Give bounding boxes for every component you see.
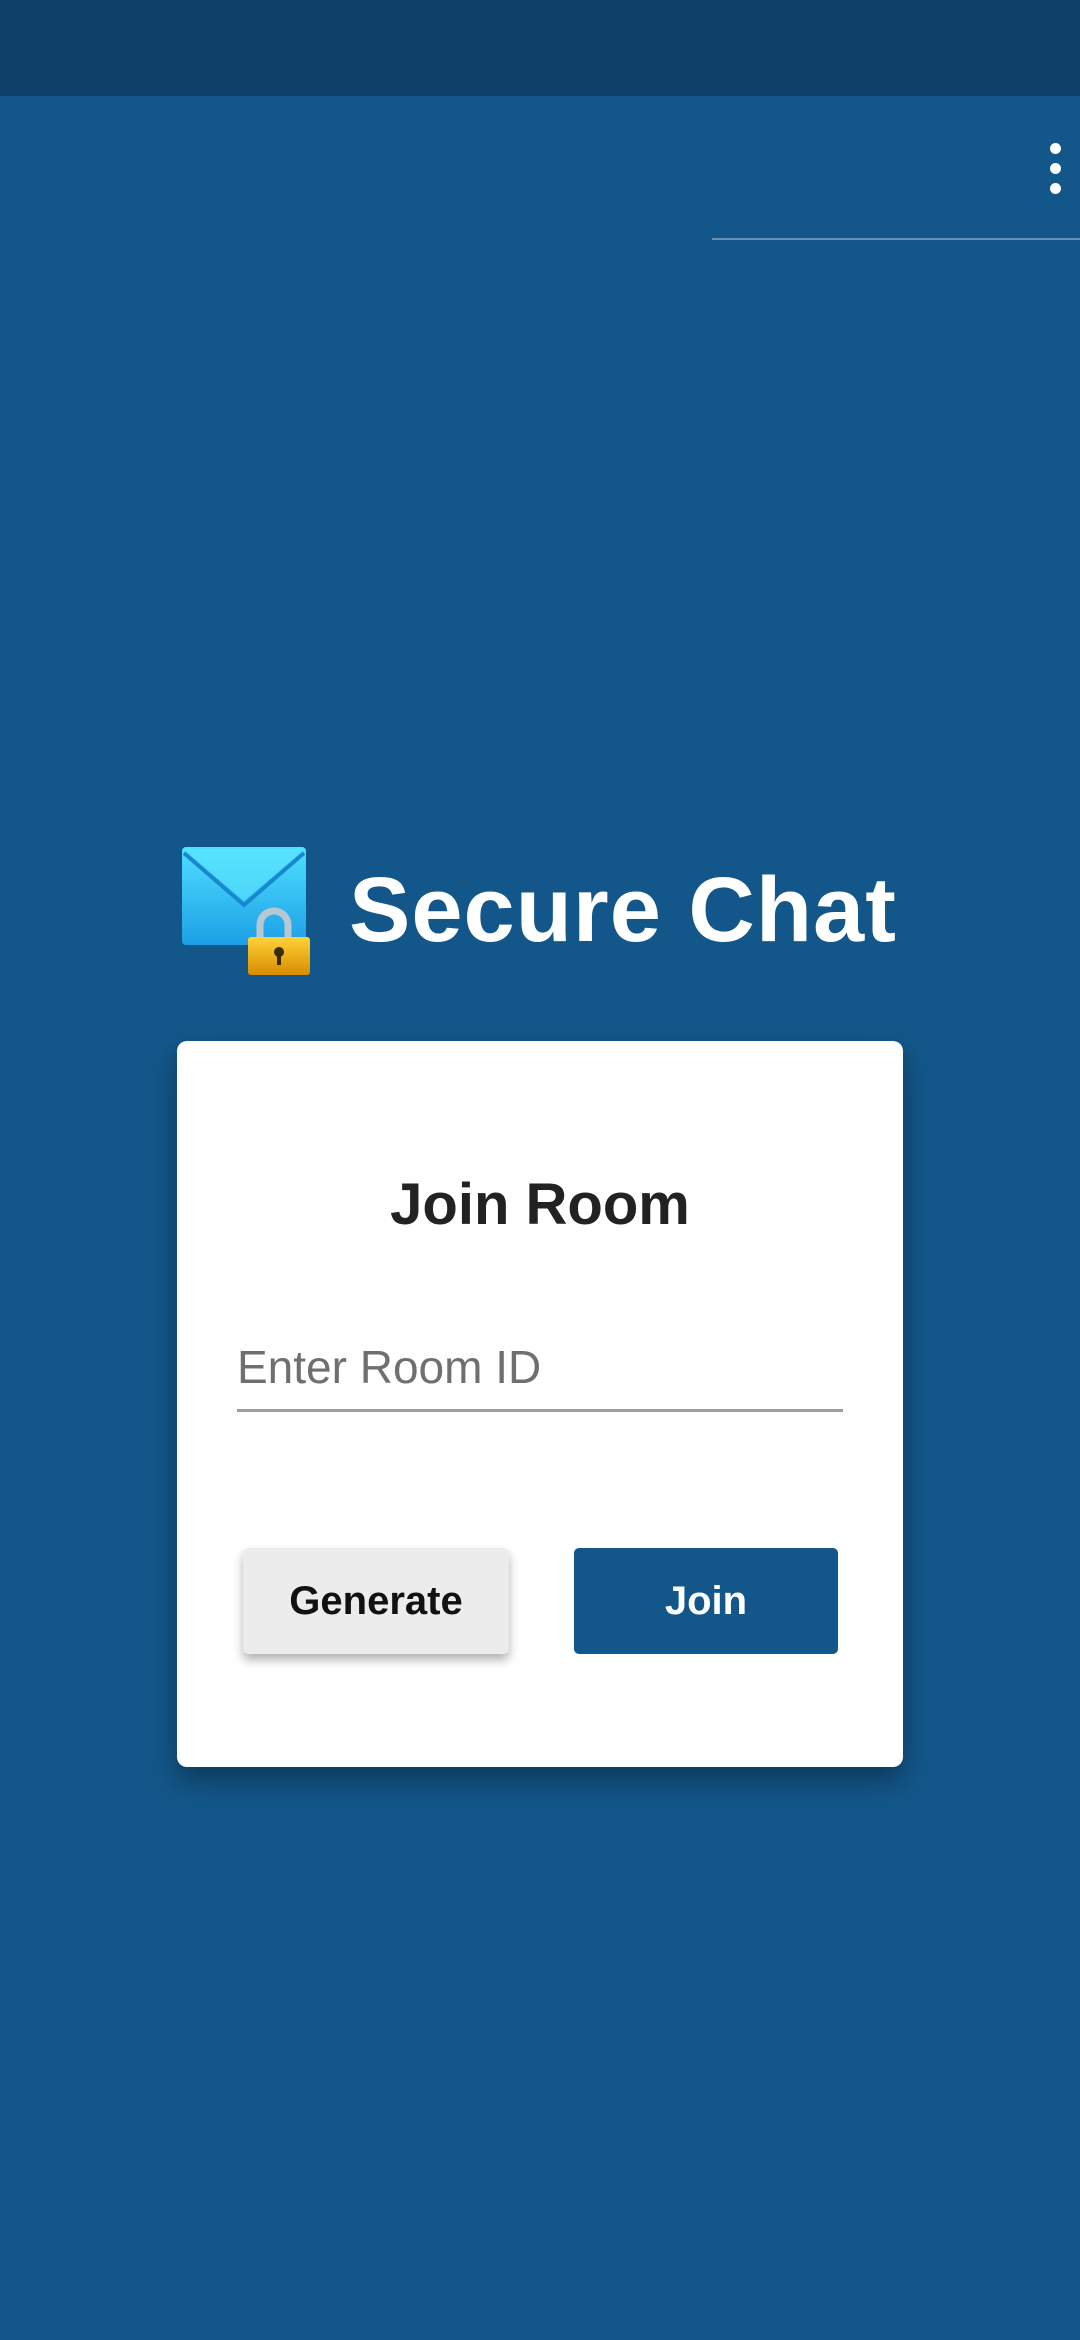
menu-divider xyxy=(712,238,1080,240)
envelope-with-lock-icon xyxy=(178,845,313,975)
app-title: Secure Chat xyxy=(349,858,897,961)
room-id-input[interactable] xyxy=(237,1324,843,1412)
overflow-menu-button[interactable] xyxy=(1030,132,1080,204)
more-vertical-icon-dot xyxy=(1049,162,1061,174)
status-bar xyxy=(0,0,1080,96)
more-vertical-icon xyxy=(1049,142,1061,154)
card-title: Join Room xyxy=(390,1172,690,1237)
generate-button[interactable]: Generate xyxy=(243,1548,509,1654)
more-vertical-icon-dot xyxy=(1049,182,1061,194)
join-button[interactable]: Join xyxy=(574,1548,838,1654)
join-room-card: Join Room Generate Join xyxy=(177,1041,903,1767)
app-header: Secure Chat xyxy=(178,845,897,975)
